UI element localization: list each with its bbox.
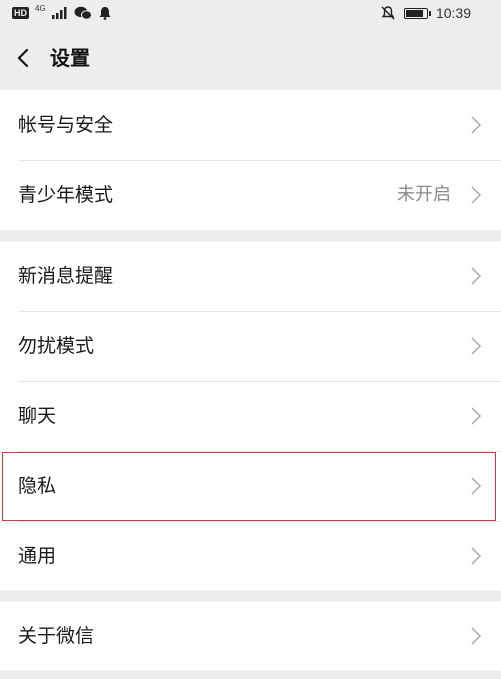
- settings-item-label: 隐私: [18, 475, 57, 497]
- chevron-right-icon: [471, 186, 482, 204]
- settings-item-label: 关于微信: [18, 625, 95, 647]
- status-right: 10:39: [380, 4, 471, 22]
- settings-item-privacy[interactable]: 隐私: [0, 451, 501, 521]
- chevron-right-icon: [471, 407, 482, 425]
- status-time: 10:39: [435, 5, 471, 21]
- settings-group-about: 关于微信: [0, 601, 501, 671]
- settings-group-account: 帐号与安全 青少年模式 未开启: [0, 90, 501, 230]
- battery-icon: [403, 7, 431, 19]
- settings-item-new-message-alerts[interactable]: 新消息提醒: [0, 241, 501, 311]
- settings-item-about-wechat[interactable]: 关于微信: [0, 601, 501, 671]
- settings-item-label: 聊天: [18, 405, 57, 427]
- chevron-right-icon: [471, 627, 482, 645]
- settings-item-do-not-disturb[interactable]: 勿扰模式: [0, 311, 501, 381]
- chevron-left-icon: [17, 48, 29, 68]
- page-title: 设置: [50, 46, 90, 70]
- settings-item-teen-mode[interactable]: 青少年模式 未开启: [0, 160, 501, 230]
- status-left: HD 4G: [12, 4, 112, 22]
- settings-item-chat[interactable]: 聊天: [0, 381, 501, 451]
- chevron-right-icon: [471, 337, 482, 355]
- chevron-right-icon: [471, 547, 482, 565]
- chevron-right-icon: [471, 477, 482, 495]
- nav-bar: 设置: [0, 26, 501, 90]
- network-type: 4G: [35, 4, 46, 13]
- settings-group-general: 新消息提醒 勿扰模式 聊天 隐私 通用: [0, 241, 501, 591]
- chevron-right-icon: [471, 116, 482, 134]
- status-bar: HD 4G 10:39: [0, 0, 501, 26]
- mute-bell-icon: [381, 6, 395, 20]
- settings-item-label: 勿扰模式: [18, 335, 95, 357]
- settings-item-label: 青少年模式: [18, 184, 114, 206]
- back-button[interactable]: [10, 44, 38, 72]
- settings-item-account-security[interactable]: 帐号与安全: [0, 90, 501, 160]
- settings-item-label: 通用: [18, 545, 57, 567]
- teen-mode-status: 未开启: [397, 184, 451, 205]
- notification-bell-icon: [99, 7, 111, 20]
- settings-item-label: 新消息提醒: [18, 265, 114, 287]
- settings-item-general[interactable]: 通用: [0, 521, 501, 591]
- signal-icon: [51, 7, 67, 19]
- chevron-right-icon: [471, 267, 482, 285]
- settings-item-label: 帐号与安全: [18, 114, 114, 136]
- wechat-icon: [74, 6, 92, 20]
- hd-badge: HD: [12, 7, 29, 19]
